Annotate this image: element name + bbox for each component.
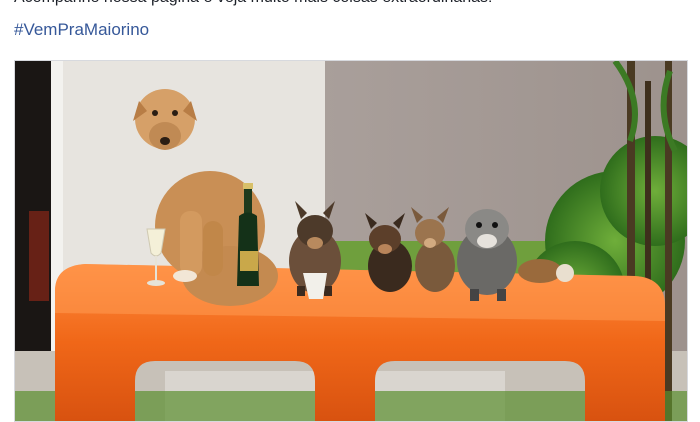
- post-photo[interactable]: [14, 60, 688, 422]
- photo-illustration: [15, 61, 687, 421]
- hashtag-link[interactable]: #VemPraMaiorino: [14, 20, 149, 40]
- post-text: Acompanhe nossa página e veja muito mais…: [14, 0, 694, 8]
